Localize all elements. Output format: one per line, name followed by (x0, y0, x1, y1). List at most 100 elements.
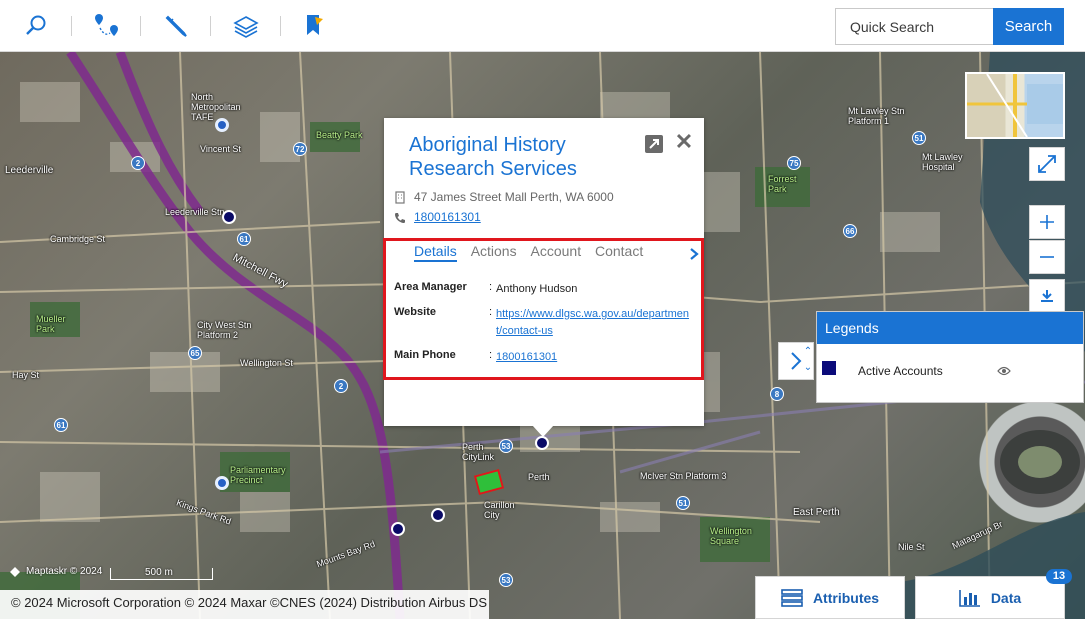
main-phone-link[interactable]: 1800161301 (496, 351, 557, 363)
search-tool-button[interactable] (18, 8, 54, 44)
chevron-down-icon[interactable]: ⌄ (801, 360, 815, 376)
account-marker[interactable] (535, 436, 549, 450)
phone-link[interactable]: 1800161301 (414, 210, 481, 224)
directions-tool-button[interactable] (88, 8, 124, 44)
route-shield: 8 (770, 387, 784, 401)
legend-title: Legends (817, 312, 1083, 344)
eye-icon[interactable] (997, 366, 1011, 376)
account-marker[interactable] (431, 508, 445, 522)
chevron-right-icon[interactable] (688, 247, 700, 261)
map-label: Wellington Square (710, 526, 752, 546)
open-record-button[interactable] (644, 134, 664, 154)
plus-icon (1040, 215, 1054, 229)
website-link[interactable]: https://www.dlgsc.wa.gov.au/department/c… (496, 308, 689, 337)
bookmark-tool-button[interactable] (296, 8, 332, 44)
maptaskr-attribution: Maptaskr © 2024 (26, 566, 103, 577)
quick-search-input[interactable] (835, 8, 993, 45)
map-label: Leederville Stn (165, 207, 225, 217)
toolbar-separator (210, 16, 211, 36)
route-shield: 2 (334, 379, 348, 393)
toolbar: Search (0, 0, 1085, 52)
toolbar-separator (71, 16, 72, 36)
account-marker[interactable] (391, 522, 405, 536)
detail-colon: : (489, 349, 493, 361)
legend-item-label: Active Accounts (858, 364, 943, 378)
route-shield: 72 (293, 142, 307, 156)
account-marker[interactable] (222, 210, 236, 224)
popup-phone: 1800161301 (394, 210, 481, 224)
search-button[interactable]: Search (993, 8, 1064, 45)
popup-address: 47 James Street Mall Perth, WA 6000 (394, 190, 614, 204)
account-marker[interactable] (215, 476, 229, 490)
draw-tool-button[interactable] (158, 8, 194, 44)
map-label: North Metropolitan TAFE (191, 92, 241, 122)
download-button[interactable] (1029, 279, 1065, 313)
popup-tabs: Details Actions Account Contact (414, 243, 653, 262)
detail-key: Main Phone (394, 349, 456, 361)
route-shield: 53 (499, 439, 513, 453)
map-label: Mt Lawley Stn Platform 1 (848, 106, 905, 126)
maptaskr-logo-icon (10, 567, 20, 577)
map-label: Perth (528, 472, 550, 482)
legend-panel: Legends Active Accounts (816, 311, 1084, 403)
map-label: Mueller Park (36, 314, 66, 334)
legend-swatch (822, 361, 836, 375)
map-label: Mt Lawley Hospital (922, 152, 963, 172)
map-label: Parliamentary Precinct (230, 465, 286, 485)
popup-title[interactable]: Aboriginal History Research Services (409, 133, 639, 181)
zoom-in-button[interactable] (1029, 205, 1065, 239)
route-shield: 66 (843, 224, 857, 238)
tab-actions[interactable]: Actions (471, 243, 517, 260)
data-button[interactable]: Data (915, 576, 1065, 619)
map-label: City West Stn Platform 2 (197, 320, 252, 340)
zoom-out-button[interactable] (1029, 240, 1065, 274)
external-link-icon (645, 135, 663, 153)
attributes-button[interactable]: Attributes (755, 576, 905, 619)
chevron-up-icon[interactable]: ⌃ (801, 344, 815, 360)
legend-scroll[interactable]: ⌃ ⌄ (801, 344, 815, 380)
scale-bar: Maptaskr © 2024 500 m (8, 566, 213, 582)
list-icon (781, 588, 803, 607)
tab-details[interactable]: Details (414, 243, 457, 262)
download-icon (1041, 290, 1053, 302)
detail-key: Area Manager (394, 281, 467, 293)
attributes-label: Attributes (812, 589, 880, 606)
fullscreen-button[interactable] (1029, 147, 1065, 181)
map-label: Cambridge St (50, 234, 106, 244)
popup-pointer (532, 425, 554, 437)
details-panel: Details Actions Account Contact Area Man… (383, 238, 704, 380)
close-icon[interactable]: ✕ (674, 131, 694, 153)
phone-icon (395, 212, 405, 223)
detail-value: Anthony Hudson (496, 283, 578, 295)
account-marker[interactable] (215, 118, 229, 132)
map-label: Vincent St (200, 144, 241, 154)
map-label: Perth CityLink (462, 442, 495, 462)
toolbar-separator (280, 16, 281, 36)
detail-value: https://www.dlgsc.wa.gov.au/department/c… (496, 306, 692, 340)
map-label: East Perth (793, 507, 840, 518)
address-text: 47 James Street Mall Perth, WA 6000 (414, 190, 614, 204)
detail-colon: : (489, 281, 493, 293)
legend-item: Active Accounts (817, 344, 1083, 402)
map-label: Carillon City (484, 500, 515, 520)
map-copyright: © 2024 Microsoft Corporation © 2024 Maxa… (0, 590, 489, 619)
tab-contact[interactable]: Contact (595, 243, 643, 260)
route-shield: 51 (676, 496, 690, 510)
route-shield: 75 (787, 156, 801, 170)
layers-tool-button[interactable] (228, 8, 264, 44)
tab-account[interactable]: Account (531, 243, 582, 260)
route-shield: 51 (912, 131, 926, 145)
data-label: Data (990, 589, 1022, 606)
overview-minimap[interactable] (965, 72, 1065, 139)
bar-chart-icon (959, 589, 980, 607)
map-label: Forrest Park (768, 174, 797, 194)
route-shield: 65 (188, 346, 202, 360)
bookmark-pin-icon (307, 15, 323, 35)
map-label: Wellington St (240, 358, 293, 368)
detail-key: Website (394, 306, 436, 318)
pencil-icon (165, 15, 187, 37)
route-shield: 2 (131, 156, 145, 170)
expand-icon (1038, 155, 1056, 173)
minus-icon (1040, 256, 1054, 258)
search-icon (26, 15, 46, 35)
